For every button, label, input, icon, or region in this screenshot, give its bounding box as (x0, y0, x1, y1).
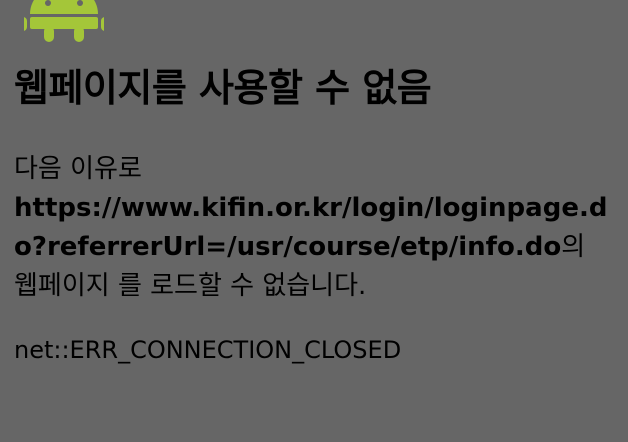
failed-url: https://www.kifin.or.kr/login/loginpage.… (14, 193, 608, 262)
error-code: net::ERR_CONNECTION_CLOSED (14, 336, 402, 364)
page-title: 웹페이지를 사용할 수 없음 (14, 66, 432, 110)
message-suffix-2: 를 로드할 수 없습니다. (117, 271, 367, 301)
message-prefix: 다음 이유로 (14, 154, 142, 184)
error-message: 다음 이유로 https://www.kifin.or.kr/login/logi… (14, 150, 614, 306)
android-robot-icon (24, 0, 104, 42)
